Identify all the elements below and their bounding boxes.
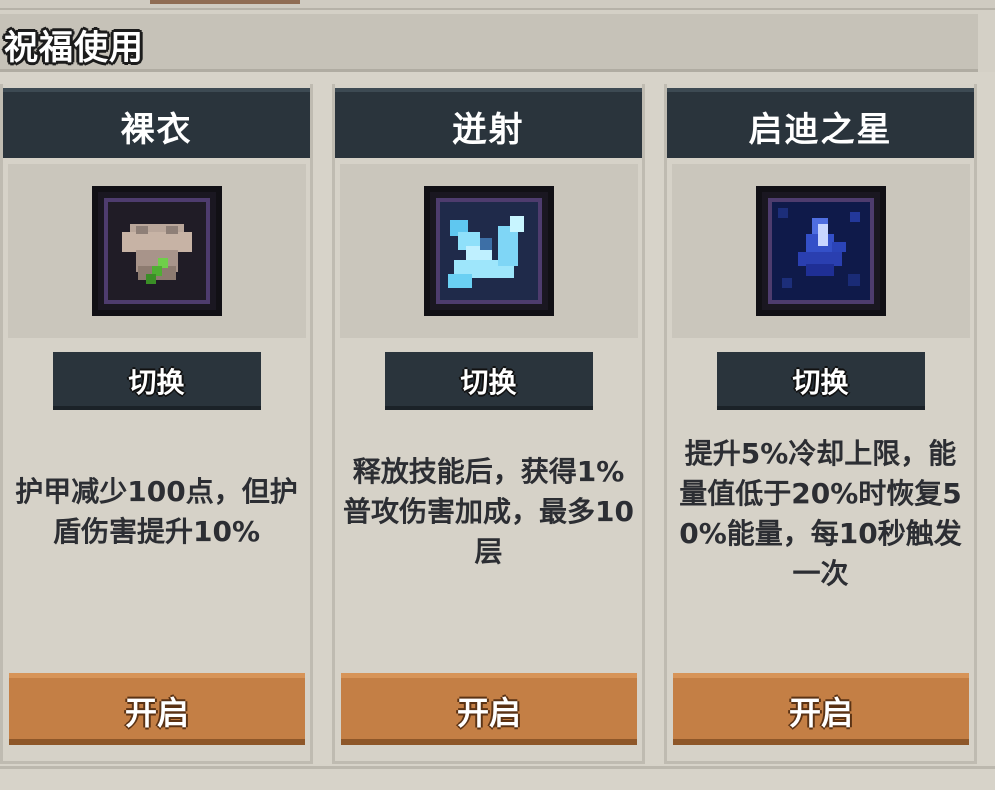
enlightenment-star-icon (756, 186, 886, 316)
icon-well (8, 164, 306, 338)
blessing-header: 祝福使用 (0, 14, 978, 72)
card-title-bar: 迸射 (335, 88, 642, 158)
naked-robe-icon (92, 186, 222, 316)
card-title: 迸射 (452, 110, 525, 150)
bottom-divider (0, 766, 995, 769)
icon-well (340, 164, 638, 338)
switch-button-label: 切换 (792, 366, 849, 399)
switch-button-label: 切换 (460, 366, 517, 399)
blessing-description: 提升5%冷却上限，能量值低于20%时恢复50%能量，每10秒触发一次 (679, 437, 962, 590)
enlightenment-star-icon-art (772, 202, 870, 300)
blessing-description: 释放技能后，获得1%普攻伤害加成，最多10层 (343, 455, 634, 568)
card-title: 裸衣 (120, 110, 193, 150)
card-title: 启迪之星 (748, 110, 893, 150)
switch-button[interactable]: 切换 (52, 352, 261, 410)
top-bar (0, 0, 995, 10)
open-button-label: 开启 (124, 694, 189, 732)
switch-button[interactable]: 切换 (716, 352, 925, 410)
open-button-label: 开启 (788, 694, 853, 732)
burst-shard-icon-art (440, 202, 538, 300)
card-title-bar: 裸衣 (3, 88, 310, 158)
card-title-bar: 启迪之星 (667, 88, 974, 158)
burst-shard-icon (424, 186, 554, 316)
page-title: 祝福使用 (4, 28, 144, 68)
open-button-label: 开启 (456, 694, 521, 732)
top-bar-notch (150, 0, 300, 4)
open-button[interactable]: 开启 (9, 673, 305, 745)
switch-button-label: 切换 (128, 366, 185, 399)
blessing-card-1: 裸衣 切换 护甲减少100点，但护盾伤害提升10% 开启 (0, 84, 313, 764)
icon-well (672, 164, 970, 338)
blessing-description: 护甲减少100点，但护盾伤害提升10% (15, 475, 298, 548)
open-button[interactable]: 开启 (341, 673, 637, 745)
blessing-card-2: 迸射 切换 释放技能后，获得1%普攻伤害加成，最多10层 开启 (332, 84, 645, 764)
open-button[interactable]: 开启 (673, 673, 969, 745)
naked-robe-icon-art (108, 202, 206, 300)
blessing-card-3: 启迪之星 切换 提升5%冷却上限，能量值低于20%时恢复50%能量，每10秒触发… (664, 84, 977, 764)
switch-button[interactable]: 切换 (384, 352, 593, 410)
